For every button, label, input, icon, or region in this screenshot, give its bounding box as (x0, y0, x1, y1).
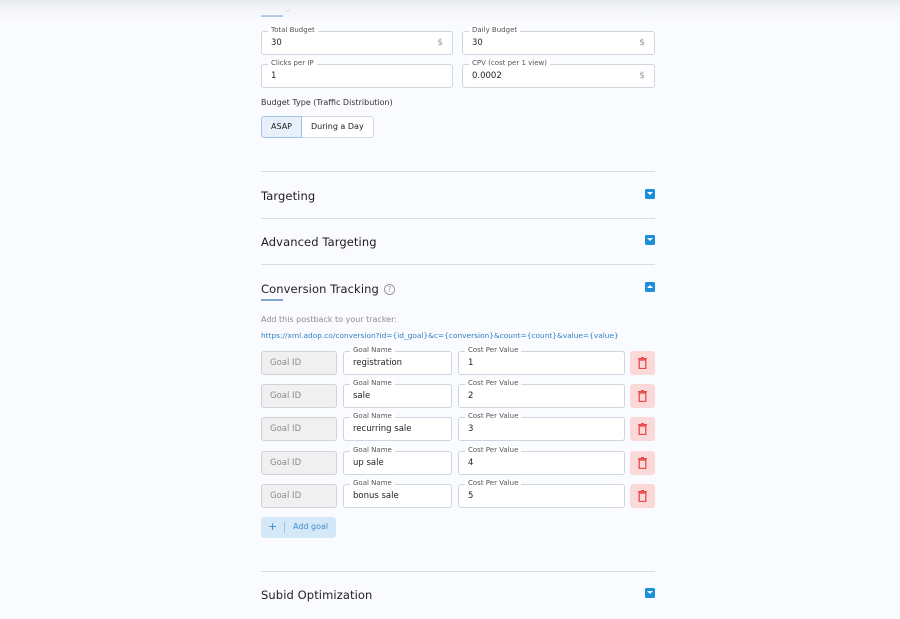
goal-id-input[interactable]: Goal ID (261, 417, 337, 441)
trash-icon (638, 390, 647, 402)
field-value[interactable]: sale (353, 391, 370, 401)
section-divider (261, 264, 655, 265)
expand-arrow-icon[interactable] (645, 189, 655, 199)
trash-icon (638, 457, 647, 469)
goal-id-input[interactable]: Goal ID (261, 451, 337, 475)
cost-per-value-field[interactable]: Cost Per Value 5 (458, 479, 625, 508)
section-divider (261, 218, 655, 219)
delete-goal-button[interactable] (630, 384, 655, 408)
field-value[interactable]: 30 (472, 38, 483, 48)
field-value[interactable]: registration (353, 358, 402, 368)
field-label: Goal Name (350, 346, 395, 355)
dollar-icon: $ (639, 38, 645, 48)
goal-name-field[interactable]: Goal Name up sale (343, 446, 452, 475)
budget-type-label: Budget Type (Traffic Distribution) (261, 98, 393, 107)
dollar-icon: $ (639, 71, 645, 81)
cost-per-value-field[interactable]: Cost Per Value 4 (458, 446, 625, 475)
delete-goal-button[interactable] (630, 351, 655, 375)
budget-section-header[interactable]: Budget and Limits (261, 0, 368, 17)
field-label: Goal Name (350, 412, 395, 421)
field-value[interactable]: 5 (468, 491, 473, 501)
targeting-section-header[interactable]: Targeting (261, 189, 655, 203)
field-value[interactable]: recurring sale (353, 424, 412, 434)
total-budget-field[interactable]: Total Budget 30 $ (261, 26, 453, 55)
during-a-day-option[interactable]: During a Day (302, 116, 374, 138)
field-value[interactable]: 2 (468, 391, 473, 401)
collapse-arrow-icon[interactable] (645, 282, 655, 292)
field-label: Cost Per Value (465, 379, 522, 388)
section-title: Budget and Limits (261, 0, 368, 12)
goal-id-input[interactable]: Goal ID (261, 484, 337, 508)
field-value[interactable]: 1 (271, 71, 276, 81)
conversion-section-header[interactable]: Conversion Tracking? (261, 282, 655, 301)
add-goal-label: Add goal (293, 522, 329, 531)
field-label: Daily Budget (469, 26, 521, 35)
section-title-text: Conversion Tracking (261, 282, 379, 296)
section-divider (261, 171, 655, 172)
cost-per-value-field[interactable]: Cost Per Value 2 (458, 379, 625, 408)
field-value[interactable]: bonus sale (353, 491, 399, 501)
scroll-fade (0, 0, 900, 22)
delete-goal-button[interactable] (630, 417, 655, 441)
cpv-field[interactable]: CPV (cost per 1 view) 0.0002 $ (462, 59, 655, 88)
section-title: Conversion Tracking? (261, 282, 655, 296)
clicks-per-ip-field[interactable]: Clicks per IP 1 (261, 59, 453, 88)
button-separator (284, 522, 285, 533)
postback-url[interactable]: https://xml.adop.co/conversion?id={id_go… (261, 331, 619, 340)
expand-arrow-icon[interactable] (645, 235, 655, 245)
postback-hint: Add this postback to your tracker: (261, 315, 397, 324)
asap-option[interactable]: ASAP (261, 116, 302, 138)
budget-type-toggle: ASAP During a Day (261, 116, 374, 138)
field-label: Cost Per Value (465, 446, 522, 455)
goal-name-field[interactable]: Goal Name bonus sale (343, 479, 452, 508)
field-value[interactable]: 1 (468, 358, 473, 368)
daily-budget-field[interactable]: Daily Budget 30 $ (462, 26, 655, 55)
field-value[interactable]: up sale (353, 458, 384, 468)
goal-name-field[interactable]: Goal Name recurring sale (343, 412, 452, 441)
field-value[interactable]: 0.0002 (472, 71, 502, 81)
field-label: Total Budget (268, 26, 318, 35)
field-value[interactable]: 3 (468, 424, 473, 434)
dollar-icon: $ (437, 38, 443, 48)
advanced-targeting-section-header[interactable]: Advanced Targeting (261, 235, 655, 249)
trash-icon (638, 357, 647, 369)
goal-id-input[interactable]: Goal ID (261, 351, 337, 375)
field-value[interactable]: 30 (271, 38, 282, 48)
expand-arrow-icon[interactable] (645, 588, 655, 598)
section-title: Advanced Targeting (261, 235, 377, 249)
add-goal-button[interactable]: + Add goal (261, 517, 336, 538)
section-underline (261, 15, 283, 17)
subid-section-header[interactable]: Subid Optimization (261, 588, 655, 602)
delete-goal-button[interactable] (630, 484, 655, 508)
trash-icon (638, 423, 647, 435)
delete-goal-button[interactable] (630, 451, 655, 475)
field-label: CPV (cost per 1 view) (469, 59, 550, 68)
collapse-arrow-icon[interactable] (645, 0, 655, 10)
plus-icon: + (268, 520, 278, 533)
field-label: Cost Per Value (465, 346, 522, 355)
section-title: Subid Optimization (261, 588, 373, 602)
question-circle-icon[interactable]: ? (383, 284, 395, 295)
field-value[interactable]: 4 (468, 458, 473, 468)
section-divider (261, 571, 655, 572)
field-label: Goal Name (350, 479, 395, 488)
section-underline (261, 299, 283, 301)
cost-per-value-field[interactable]: Cost Per Value 3 (458, 412, 625, 441)
field-label: Cost Per Value (465, 479, 522, 488)
field-label: Clicks per IP (268, 59, 317, 68)
field-label: Goal Name (350, 379, 395, 388)
field-label: Cost Per Value (465, 412, 522, 421)
section-title: Targeting (261, 189, 316, 203)
field-label: Goal Name (350, 446, 395, 455)
goal-name-field[interactable]: Goal Name registration (343, 346, 452, 375)
goal-id-input[interactable]: Goal ID (261, 384, 337, 408)
trash-icon (638, 490, 647, 502)
goal-name-field[interactable]: Goal Name sale (343, 379, 452, 408)
cost-per-value-field[interactable]: Cost Per Value 1 (458, 346, 625, 375)
